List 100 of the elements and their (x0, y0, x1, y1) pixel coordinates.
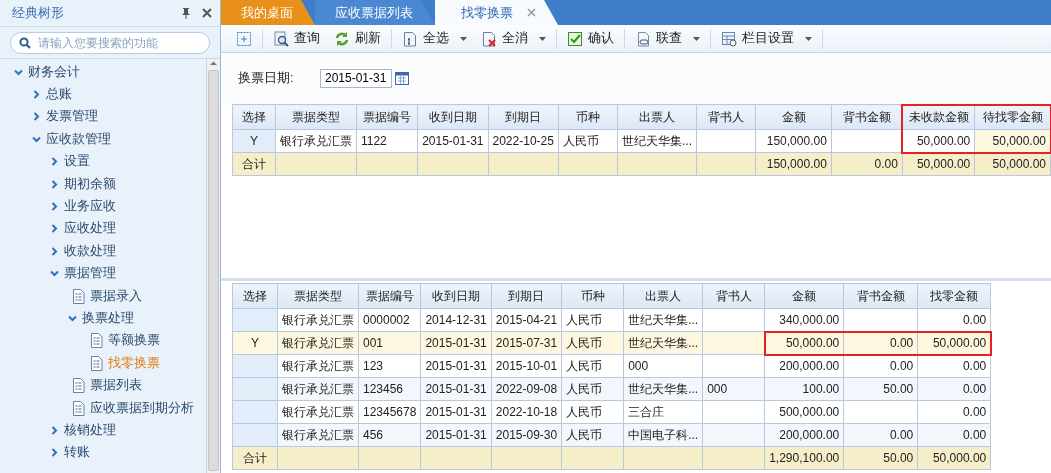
column-header[interactable]: 出票人 (623, 283, 703, 309)
table-cell: 2015-01-31 (417, 129, 488, 153)
column-header[interactable]: 背书金额 (831, 104, 903, 130)
refresh-icon (334, 30, 350, 47)
search-input[interactable]: 请输入您要搜索的功能 (36, 35, 201, 51)
link-button[interactable]: 联查 (628, 27, 707, 50)
caret-icon (693, 36, 700, 41)
column-header[interactable]: 金额 (755, 104, 832, 130)
query-button[interactable]: 查询 (266, 27, 327, 50)
tree-folder[interactable]: 期初余额 (0, 172, 206, 196)
tree-folder[interactable]: 总账 (0, 83, 206, 106)
table-cell: 2015-01-31 (420, 354, 492, 378)
table-cell: 人民币 (558, 129, 618, 153)
table-settings-icon (721, 30, 737, 47)
table-cell: 0.00 (843, 354, 918, 378)
column-header[interactable]: 票据编号 (358, 283, 421, 309)
table-cell: 000 (623, 354, 703, 378)
table-cell: 2022-10-18 (491, 400, 562, 424)
select-cell[interactable] (232, 400, 278, 424)
tree-folder[interactable]: 财务会计 (0, 61, 206, 84)
table-cell: 2022-10-25 (488, 129, 559, 153)
table-cell: 2014-12-31 (420, 308, 492, 332)
chevron-right-icon (50, 202, 59, 212)
table-cell: 12345678 (358, 400, 421, 424)
total-label: 合计 (232, 446, 278, 470)
close-icon (527, 8, 536, 17)
table-cell: 150,000.00 (755, 129, 832, 153)
search-field[interactable]: 请输入您要搜索的功能 (10, 32, 210, 54)
calendar-icon (395, 71, 409, 85)
column-header[interactable]: 到期日 (488, 104, 559, 130)
table-cell: 三合庄 (623, 400, 703, 424)
table-cell: 0000002 (358, 308, 421, 332)
tree-folder[interactable]: 票据管理 (0, 262, 206, 285)
table-cell: 银行承兑汇票 (277, 354, 359, 378)
document-link-icon (635, 30, 651, 47)
column-header[interactable]: 币种 (558, 104, 618, 130)
column-header[interactable]: 票据类型 (275, 104, 357, 130)
chevron-right-icon (50, 179, 59, 189)
panel-title: 经典树形 (12, 4, 65, 22)
select-cell[interactable] (232, 423, 278, 447)
column-header[interactable]: 背书人 (696, 104, 756, 130)
tree-item[interactable]: 等额换票 (0, 329, 206, 353)
column-header[interactable]: 金额 (764, 283, 844, 309)
chevron-right-icon (32, 112, 41, 122)
tree-folder[interactable]: 设置 (0, 150, 206, 173)
tree-folder[interactable]: 业务应收 (0, 195, 206, 218)
table-cell: 银行承兑汇票 (277, 308, 359, 332)
tree-folder[interactable]: 核销处理 (0, 419, 206, 442)
columns-button[interactable]: 栏目设置 (714, 27, 819, 50)
pin-icon (180, 7, 192, 19)
tree-folder[interactable]: 转账 (0, 441, 206, 465)
refresh-button[interactable]: 刷新 (327, 27, 388, 50)
table-cell: 人民币 (561, 400, 624, 424)
column-header[interactable]: 出票人 (617, 104, 697, 130)
confirm-button[interactable]: 确认 (560, 27, 621, 50)
column-header[interactable]: 选择 (232, 283, 278, 309)
total-label: 合计 (232, 152, 276, 176)
scrollbar[interactable] (206, 59, 220, 473)
column-header[interactable]: 票据类型 (277, 283, 359, 309)
select-cell[interactable] (232, 308, 278, 332)
selectall-button[interactable]: 全选 (395, 27, 474, 50)
table-cell: 500,000.00 (764, 400, 844, 424)
tree-folder[interactable]: 应收处理 (0, 217, 206, 241)
select-cell[interactable]: Y (232, 129, 276, 153)
select-cell[interactable] (232, 354, 278, 378)
table-cell: 银行承兑汇票 (277, 400, 359, 424)
column-header[interactable]: 币种 (561, 283, 624, 309)
column-header[interactable]: 找零金额 (917, 283, 991, 309)
tab[interactable]: 应收票据列表 (315, 0, 435, 25)
column-header[interactable]: 背书金额 (843, 283, 918, 309)
tree-folder[interactable]: 发票管理 (0, 105, 206, 129)
column-header[interactable]: 收到日期 (417, 104, 488, 130)
table-cell: 世纪天华集... (617, 129, 697, 153)
column-header[interactable]: 收到日期 (420, 283, 492, 309)
caret-icon (805, 36, 812, 41)
column-header[interactable]: 背书人 (702, 283, 765, 309)
document-icon (90, 333, 103, 349)
tab[interactable]: 找零换票 (435, 0, 558, 25)
tree-folder[interactable]: 应收款管理 (0, 128, 206, 151)
tree-item[interactable]: 应收票据到期分析 (0, 396, 206, 420)
deselect-button[interactable]: 全消 (474, 27, 553, 50)
tree-item[interactable]: 票据录入 (0, 284, 206, 308)
column-header[interactable]: 到期日 (491, 283, 562, 309)
tree-item[interactable]: 票据列表 (0, 374, 206, 397)
select-cell[interactable]: Y (232, 331, 278, 355)
select-cell[interactable] (232, 377, 278, 401)
table-cell: 123 (358, 354, 421, 378)
table-cell: 银行承兑汇票 (275, 129, 357, 153)
tree-folder[interactable]: 换票处理 (0, 307, 206, 330)
column-header[interactable]: 选择 (232, 104, 276, 130)
table-cell: 世纪天华集... (623, 308, 703, 332)
table-cell: 200,000.00 (764, 354, 844, 378)
tree-folder[interactable]: 收款处理 (0, 240, 206, 263)
column-header[interactable]: 票据编号 (356, 104, 418, 130)
date-field[interactable]: 2015-01-31 (320, 68, 392, 88)
chevron-right-icon (32, 90, 41, 100)
document-icon (72, 288, 85, 304)
checkbox-icon (567, 30, 583, 47)
table-cell: 人民币 (561, 354, 624, 378)
document-icon (72, 400, 85, 416)
